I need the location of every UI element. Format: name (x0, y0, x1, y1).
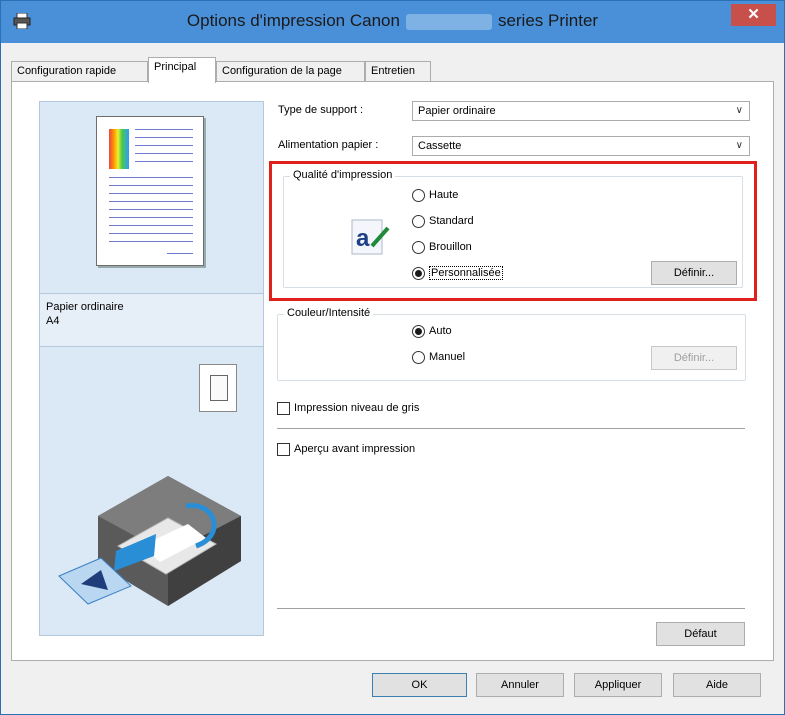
cancel-button[interactable]: Annuler (476, 673, 564, 697)
window-title: Options d'impression Canon series Printer (186, 11, 599, 30)
chevron-down-icon: ∨ (735, 140, 743, 151)
title-bar[interactable]: Options d'impression Canon series Printer… (1, 1, 784, 43)
paper-info: Papier ordinaire A4 (39, 293, 264, 347)
help-button[interactable]: Aide (673, 673, 761, 697)
tab-entretien[interactable]: Entretien (365, 61, 431, 82)
tab-principal[interactable]: Principal (148, 57, 216, 83)
color-define-button[interactable]: Définir... (651, 346, 737, 370)
page-preview (96, 116, 204, 266)
chevron-down-icon: ∨ (735, 105, 743, 116)
media-type-label: Type de support : (278, 104, 363, 116)
tab-configuration-rapide[interactable]: Configuration rapide (11, 61, 148, 82)
color-auto-radio[interactable]: Auto (412, 324, 452, 340)
quality-highlight-box (269, 161, 757, 301)
default-button[interactable]: Défaut (656, 622, 745, 646)
ok-button[interactable]: OK (372, 673, 467, 697)
printer-illustration (58, 476, 241, 606)
grayscale-checkbox[interactable]: Impression niveau de gris (277, 401, 419, 417)
media-type-select[interactable]: Papier ordinaire ∨ (412, 101, 750, 121)
divider (277, 428, 745, 429)
paper-type-text: Papier ordinaire (46, 301, 124, 313)
close-button[interactable]: ✕ (731, 4, 776, 26)
divider (277, 608, 745, 609)
paper-source-value: Cassette (418, 140, 462, 152)
paper-source-select[interactable]: Cassette ∨ (412, 136, 750, 156)
paper-size-text: A4 (46, 315, 60, 327)
paper-source-label: Alimentation papier : (278, 139, 379, 151)
color-manual-radio[interactable]: Manuel (412, 350, 465, 366)
print-preview-checkbox[interactable]: Aperçu avant impression (277, 442, 415, 458)
orientation-icon (199, 364, 237, 412)
apply-button[interactable]: Appliquer (574, 673, 662, 697)
color-group-label: Couleur/Intensité (284, 307, 374, 319)
tab-configuration-page[interactable]: Configuration de la page (216, 61, 365, 82)
print-options-window: Options d'impression Canon series Printer… (0, 0, 785, 715)
close-icon: ✕ (747, 6, 760, 23)
media-type-value: Papier ordinaire (418, 105, 496, 117)
